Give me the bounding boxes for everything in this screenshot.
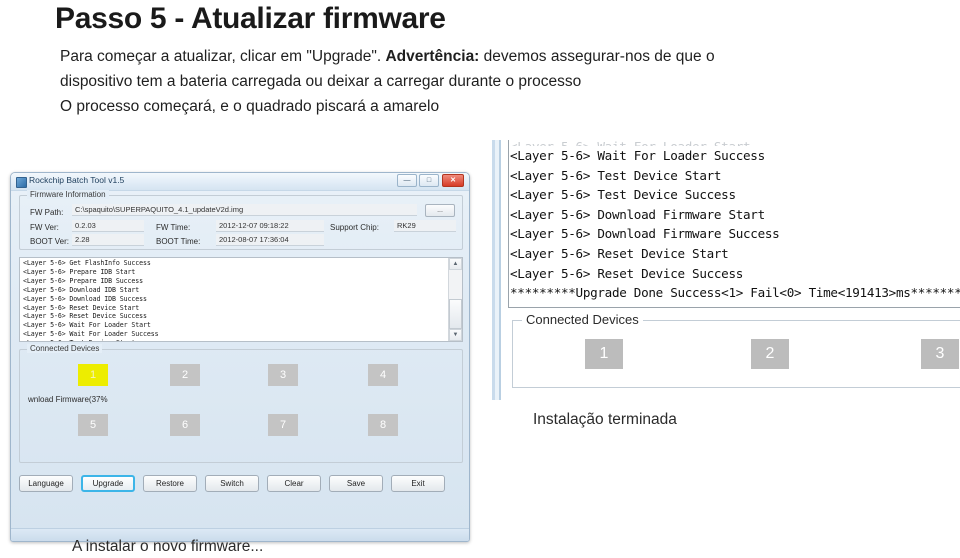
fw-ver-field: 0.2.03 bbox=[72, 220, 144, 232]
window-title: Rockchip Batch Tool v1.5 bbox=[29, 175, 125, 185]
zoom-log-line: *********Upgrade Done Success<1> Fail<0>… bbox=[510, 285, 960, 301]
device-1-status: wnload Firmware(37% bbox=[28, 395, 108, 404]
zoom-connected-devices-group: Connected Devices 1 2 3 bbox=[512, 312, 960, 388]
boot-time-label: BOOT Time: bbox=[156, 237, 201, 246]
zoom-connected-devices-legend: Connected Devices bbox=[522, 312, 643, 327]
boot-ver-label: BOOT Ver: bbox=[30, 237, 69, 246]
device-slot-8[interactable]: 8 bbox=[368, 414, 398, 436]
fw-time-field: 2012-12-07 09:18:22 bbox=[216, 220, 324, 232]
slide-text-post: devemos assegurar-nos de que o bbox=[479, 48, 715, 65]
support-chip-field: RK29 bbox=[394, 220, 456, 232]
scroll-down-arrow-icon[interactable]: ▼ bbox=[449, 329, 462, 341]
zoom-log-line: <Layer 5-6> Download Firmware Start bbox=[510, 206, 765, 222]
zoom-log-line: <Layer 5-6> Reset Device Start bbox=[510, 245, 729, 261]
close-button[interactable]: ✕ bbox=[442, 174, 464, 187]
app-logo-icon bbox=[16, 177, 27, 188]
device-slot-1[interactable]: 1 bbox=[78, 364, 108, 386]
fw-path-label: FW Path: bbox=[30, 208, 64, 217]
slide-body-text: Para começar a atualizar, clicar em "Upg… bbox=[60, 44, 920, 119]
slide-text-pre: Para começar a atualizar, clicar em "Upg… bbox=[60, 48, 386, 65]
bottom-toolbar: Language Upgrade Restore Switch Clear Sa… bbox=[19, 475, 463, 495]
firmware-information-group: Firmware Information FW Path: C:\spaquit… bbox=[19, 190, 463, 250]
scroll-up-arrow-icon[interactable]: ▲ bbox=[449, 258, 462, 270]
maximize-button[interactable]: □ bbox=[419, 174, 439, 187]
browse-button[interactable]: ... bbox=[425, 204, 455, 217]
device-slot-4[interactable]: 4 bbox=[368, 364, 398, 386]
zoom-device-slot-3[interactable]: 3 bbox=[921, 339, 959, 369]
zoom-log-line: <Layer 5-6> Reset Device Success bbox=[510, 265, 744, 281]
minimize-button[interactable]: — bbox=[397, 174, 417, 187]
device-slot-7[interactable]: 7 bbox=[268, 414, 298, 436]
log-line: <Layer 5-6> Test Device Start bbox=[23, 339, 446, 341]
caption-installing-firmware: A instalar o novo firmware... bbox=[72, 538, 264, 555]
scrollbar-thumb[interactable] bbox=[449, 299, 462, 329]
fw-ver-label: FW Ver: bbox=[30, 223, 59, 232]
boot-time-field: 2012-08-07 17:36:04 bbox=[216, 234, 324, 246]
device-slot-2[interactable]: 2 bbox=[170, 364, 200, 386]
connected-devices-legend: Connected Devices bbox=[27, 344, 103, 353]
zoom-device-slot-2[interactable]: 2 bbox=[751, 339, 789, 369]
device-slot-6[interactable]: 6 bbox=[170, 414, 200, 436]
log-line: <Layer 5-6> Wait For Loader Start bbox=[23, 321, 151, 330]
rockchip-batch-tool-window: Rockchip Batch Tool v1.5 — □ ✕ Firmware … bbox=[10, 172, 470, 542]
zoomed-screenshot-fragment: <Layer 5-6> Wait For Loader Start <Layer… bbox=[490, 140, 960, 400]
device-slot-5[interactable]: 5 bbox=[78, 414, 108, 436]
connected-devices-group: Connected Devices 1 2 3 4 5 6 7 8 wnload Firmwa… bbox=[19, 344, 463, 463]
log-line: <Layer 5-6> Download IDB Start bbox=[23, 285, 140, 294]
zoom-log-line: <Layer 5-6> Download Firmware Success bbox=[510, 226, 780, 242]
zoom-log-lines: <Layer 5-6> Wait For Loader Start <Layer… bbox=[510, 140, 960, 303]
save-button[interactable]: Save bbox=[329, 475, 383, 492]
page-title: Passo 5 - Atualizar firmware bbox=[55, 2, 446, 35]
fw-path-field[interactable]: C:\spaquito\SUPERPAQUITO_4.1_updateV2d.i… bbox=[72, 204, 417, 216]
zoom-window-edge bbox=[490, 140, 504, 400]
support-chip-label: Support Chip: bbox=[330, 223, 379, 232]
log-line: <Layer 5-6> Prepare IDB Start bbox=[23, 267, 136, 276]
exit-button[interactable]: Exit bbox=[391, 475, 445, 492]
log-listbox[interactable]: <Layer 5-6> Get FlashInfo Success <Layer … bbox=[19, 257, 463, 342]
switch-button[interactable]: Switch bbox=[205, 475, 259, 492]
fw-time-label: FW Time: bbox=[156, 223, 191, 232]
slide-text-warning-label: Advertência: bbox=[385, 48, 480, 65]
log-line: <Layer 5-6> Prepare IDB Success bbox=[23, 276, 143, 285]
device-slot-3[interactable]: 3 bbox=[268, 364, 298, 386]
zoom-log-line: <Layer 5-6> Wait For Loader Success bbox=[510, 148, 765, 163]
upgrade-button[interactable]: Upgrade bbox=[81, 475, 135, 492]
log-line: <Layer 5-6> Get FlashInfo Success bbox=[23, 259, 151, 267]
caption-installation-finished: Instalação terminada bbox=[533, 411, 677, 428]
log-scrollbar[interactable]: ▲ ▼ bbox=[448, 258, 462, 341]
zoom-log-line: <Layer 5-6> Test Device Start bbox=[510, 167, 722, 183]
log-line: <Layer 5-6> Reset Device Success bbox=[23, 312, 147, 321]
slide-paragraph-2: dispositivo tem a bateria carregada ou d… bbox=[60, 73, 582, 90]
slide-paragraph-1: Para começar a atualizar, clicar em "Upg… bbox=[60, 44, 920, 69]
log-line: <Layer 5-6> Download IDB Success bbox=[23, 294, 147, 303]
log-lines: <Layer 5-6> Get FlashInfo Success <Layer … bbox=[23, 259, 446, 341]
firmware-information-legend: Firmware Information bbox=[27, 190, 109, 199]
boot-ver-field: 2.28 bbox=[72, 234, 144, 246]
log-line: <Layer 5-6> Reset Device Start bbox=[23, 303, 140, 312]
slide-paragraph-3: O processo começará, e o quadrado piscar… bbox=[60, 98, 440, 115]
clear-button[interactable]: Clear bbox=[267, 475, 321, 492]
log-line: <Layer 5-6> Wait For Loader Success bbox=[23, 330, 159, 339]
zoom-device-slot-1[interactable]: 1 bbox=[585, 339, 623, 369]
restore-button[interactable]: Restore bbox=[143, 475, 197, 492]
language-button[interactable]: Language bbox=[19, 475, 73, 492]
window-titlebar[interactable]: Rockchip Batch Tool v1.5 — □ ✕ bbox=[11, 173, 469, 191]
zoom-log-line: <Layer 5-6> Test Device Success bbox=[510, 187, 736, 203]
